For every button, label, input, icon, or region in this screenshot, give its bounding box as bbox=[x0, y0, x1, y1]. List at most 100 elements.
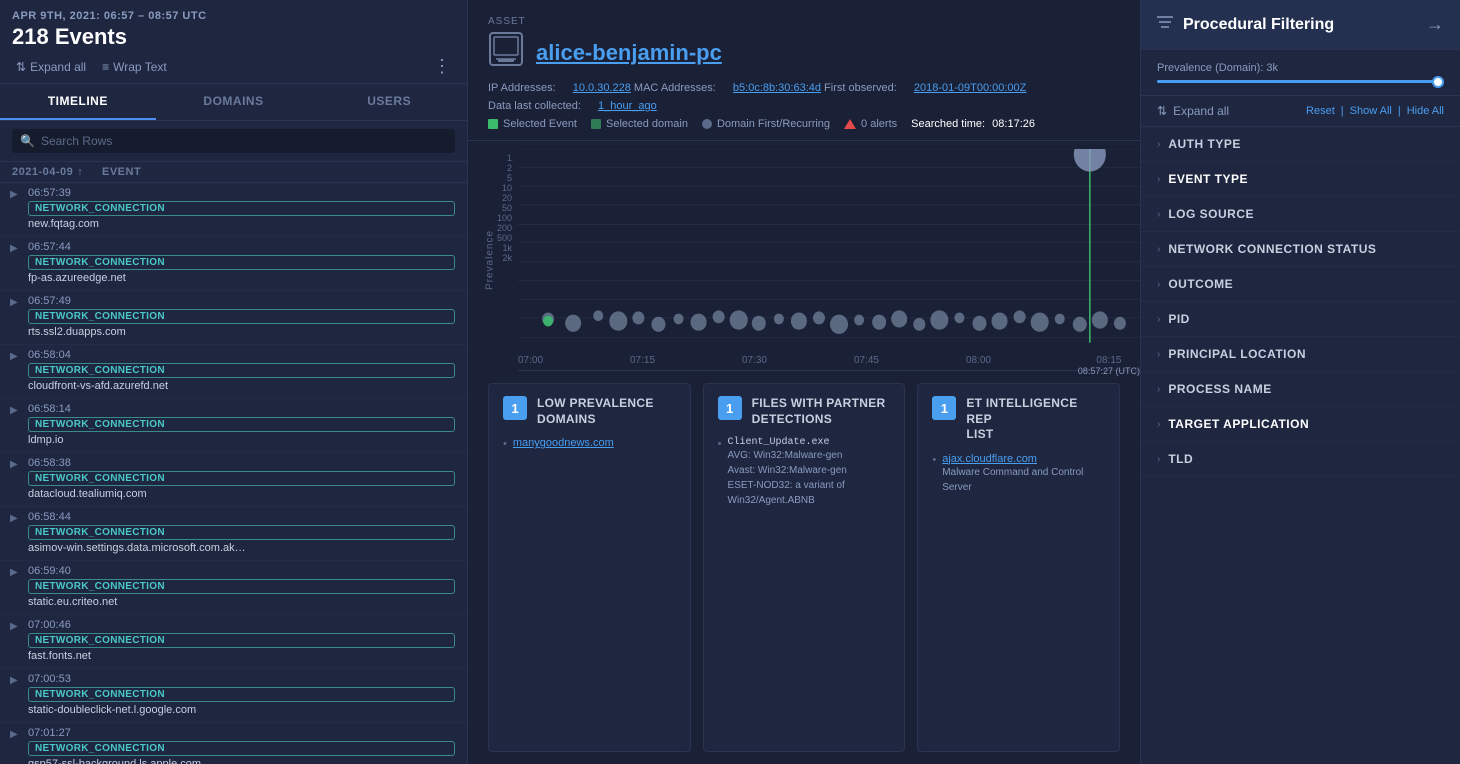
card-partner-header: 1 FILES WITH PARTNERDETECTIONS bbox=[718, 396, 891, 427]
hide-all-button[interactable]: Hide All bbox=[1407, 105, 1444, 117]
event-row[interactable]: ▶ 06:57:49 NETWORK_CONNECTION rts.ssl2.d… bbox=[0, 291, 467, 345]
filter-item-label: TARGET APPLICATION bbox=[1168, 417, 1309, 431]
et-intel-details: ajax.cloudflare.com Malware Command and … bbox=[942, 453, 1105, 495]
filter-item[interactable]: › LOG SOURCE bbox=[1141, 197, 1460, 232]
card-item-3: • ajax.cloudflare.com Malware Command an… bbox=[932, 453, 1105, 495]
expand-arrow: ▶ bbox=[10, 621, 18, 632]
detection-details: Client_Update.exe AVG: Win32:Malware-gen… bbox=[728, 437, 891, 508]
slider-track[interactable] bbox=[1157, 80, 1444, 83]
event-time: 06:57:39 bbox=[28, 187, 455, 199]
card-et-intel: 1 ET INTELLIGENCE REPLIST • ajax.cloudfl… bbox=[917, 383, 1120, 752]
expand-all-button-right[interactable]: ⇅ Expand all bbox=[1157, 104, 1229, 118]
expand-icon: ⇅ bbox=[16, 60, 26, 74]
tabs-bar: TIMELINE DOMAINS USERS bbox=[0, 84, 467, 121]
filter-item[interactable]: › TARGET APPLICATION bbox=[1141, 407, 1460, 442]
show-all-button[interactable]: Show All bbox=[1350, 105, 1392, 117]
filter-item[interactable]: › PROCESS NAME bbox=[1141, 372, 1460, 407]
event-row[interactable]: ▶ 06:58:44 NETWORK_CONNECTION asimov-win… bbox=[0, 507, 467, 561]
event-badge: NETWORK_CONNECTION bbox=[28, 633, 455, 648]
selected-event-dot bbox=[488, 119, 498, 129]
ip-value[interactable]: 10.0.30.228 bbox=[573, 82, 631, 94]
event-badge: NETWORK_CONNECTION bbox=[28, 255, 455, 270]
card-item-1: • manygoodnews.com bbox=[503, 437, 676, 450]
col-date-header[interactable]: 2021-04-09 ↑ bbox=[12, 166, 102, 178]
selected-domain-dot bbox=[591, 119, 601, 129]
chart-container: Prevalence 1 2 5 10 20 50 100 200 500 1k… bbox=[468, 149, 1140, 371]
kebab-menu-button[interactable]: ⋮ bbox=[429, 56, 455, 77]
cards-row: 1 LOW PREVALENCEDOMAINS • manygoodnews.c… bbox=[468, 371, 1140, 764]
card-et-header: 1 ET INTELLIGENCE REPLIST bbox=[932, 396, 1105, 443]
sort-icon: ↑ bbox=[77, 166, 83, 178]
filter-item[interactable]: › PRINCIPAL LOCATION bbox=[1141, 337, 1460, 372]
reset-button[interactable]: Reset bbox=[1306, 105, 1335, 117]
filter-icon bbox=[1157, 15, 1173, 34]
event-row[interactable]: ▶ 06:58:14 NETWORK_CONNECTION ldmp.io bbox=[0, 399, 467, 453]
domain-link-1[interactable]: manygoodnews.com bbox=[513, 437, 614, 449]
event-row[interactable]: ▶ 07:00:53 NETWORK_CONNECTION static-dou… bbox=[0, 669, 467, 723]
expand-arrow: ▶ bbox=[10, 351, 18, 362]
expand-arrow: ▶ bbox=[10, 513, 18, 524]
filter-item[interactable]: › OUTCOME bbox=[1141, 267, 1460, 302]
tab-domains[interactable]: DOMAINS bbox=[156, 84, 312, 120]
event-domain: static.eu.criteo.net bbox=[28, 596, 455, 608]
et-domain-link[interactable]: ajax.cloudflare.com bbox=[942, 453, 1105, 465]
event-row[interactable]: ▶ 06:58:04 NETWORK_CONNECTION cloudfront… bbox=[0, 345, 467, 399]
ip-label: IP Addresses: bbox=[488, 82, 556, 94]
col-event-header: EVENT bbox=[102, 166, 455, 178]
event-row[interactable]: ▶ 06:59:40 NETWORK_CONNECTION static.eu.… bbox=[0, 561, 467, 615]
event-row[interactable]: ▶ 06:58:38 NETWORK_CONNECTION datacloud.… bbox=[0, 453, 467, 507]
event-row[interactable]: ▶ 07:01:27 NETWORK_CONNECTION gsp57-ssl-… bbox=[0, 723, 467, 764]
filter-item[interactable]: › NETWORK CONNECTION STATUS bbox=[1141, 232, 1460, 267]
asset-title-row: alice-benjamin-pc bbox=[488, 31, 1120, 74]
event-badge: NETWORK_CONNECTION bbox=[28, 525, 455, 540]
first-observed-value[interactable]: 2018-01-09T00:00:00Z bbox=[914, 82, 1027, 94]
card-count-1: 1 bbox=[503, 396, 527, 420]
event-badge: NETWORK_CONNECTION bbox=[28, 471, 455, 486]
event-domain: gsp57-ssl-background.ls.apple.com bbox=[28, 758, 455, 764]
legend-alerts: 0 alerts bbox=[844, 118, 897, 130]
searched-time: Searched time: 08:17:26 bbox=[911, 118, 1035, 130]
filter-chevron: › bbox=[1157, 314, 1160, 325]
card-count-2: 1 bbox=[718, 396, 742, 420]
data-last-meta: Data last collected: 1_hour_ago bbox=[488, 100, 1120, 112]
event-row[interactable]: ▶ 07:00:46 NETWORK_CONNECTION fast.fonts… bbox=[0, 615, 467, 669]
expand-arrow: ▶ bbox=[10, 189, 18, 200]
event-time: 06:59:40 bbox=[28, 565, 455, 577]
legend-selected-event: Selected Event bbox=[488, 118, 577, 130]
filter-chevron: › bbox=[1157, 139, 1160, 150]
card-partner-detections: 1 FILES WITH PARTNERDETECTIONS • Client_… bbox=[703, 383, 906, 752]
event-time: 06:57:44 bbox=[28, 241, 455, 253]
filter-item-label: PROCESS NAME bbox=[1168, 382, 1271, 396]
filter-list: › AUTH TYPE › EVENT TYPE › LOG SOURCE › … bbox=[1141, 127, 1460, 764]
filter-chevron: › bbox=[1157, 419, 1160, 430]
event-time: 06:58:38 bbox=[28, 457, 455, 469]
event-time: 06:58:04 bbox=[28, 349, 455, 361]
expand-all-button[interactable]: ⇅ Expand all bbox=[12, 58, 90, 76]
filter-item[interactable]: › TLD bbox=[1141, 442, 1460, 477]
event-domain: new.fqtag.com bbox=[28, 218, 455, 230]
filter-item[interactable]: › AUTH TYPE bbox=[1141, 127, 1460, 162]
event-row[interactable]: ▶ 06:57:39 NETWORK_CONNECTION new.fqtag.… bbox=[0, 183, 467, 237]
event-row[interactable]: ▶ 06:57:44 NETWORK_CONNECTION fp-as.azur… bbox=[0, 237, 467, 291]
filter-item[interactable]: › PID bbox=[1141, 302, 1460, 337]
main-panel: ASSET alice-benjamin-pc IP Addresses: 10… bbox=[468, 0, 1140, 764]
toolbar: ⇅ Expand all ≡ Wrap Text ⋮ bbox=[12, 56, 455, 77]
asset-name[interactable]: alice-benjamin-pc bbox=[536, 40, 722, 66]
expand-icon-right: ⇅ bbox=[1157, 104, 1167, 118]
event-domain: fp-as.azureedge.net bbox=[28, 272, 455, 284]
right-header-title: Procedural Filtering bbox=[1157, 15, 1334, 34]
expand-arrow: ▶ bbox=[10, 405, 18, 416]
tab-timeline[interactable]: TIMELINE bbox=[0, 84, 156, 120]
data-last-value[interactable]: 1_hour_ago bbox=[598, 100, 657, 112]
tab-users[interactable]: USERS bbox=[311, 84, 467, 120]
arrow-right-icon[interactable]: → bbox=[1426, 14, 1444, 35]
mac-label: MAC Addresses: bbox=[634, 82, 716, 94]
mac-value[interactable]: b5:0c:8b:30:63:4d bbox=[733, 82, 821, 94]
card-title-1: LOW PREVALENCEDOMAINS bbox=[537, 396, 654, 427]
x-axis: 07:00 07:15 07:30 07:45 08:00 08:15 08:5… bbox=[518, 351, 1140, 376]
filter-item[interactable]: › EVENT TYPE bbox=[1141, 162, 1460, 197]
asset-icon bbox=[488, 31, 524, 74]
expand-all-row: ⇅ Expand all Reset | Show All | Hide All bbox=[1141, 96, 1460, 127]
search-input[interactable] bbox=[41, 134, 447, 148]
wrap-text-button[interactable]: ≡ Wrap Text bbox=[98, 58, 171, 76]
